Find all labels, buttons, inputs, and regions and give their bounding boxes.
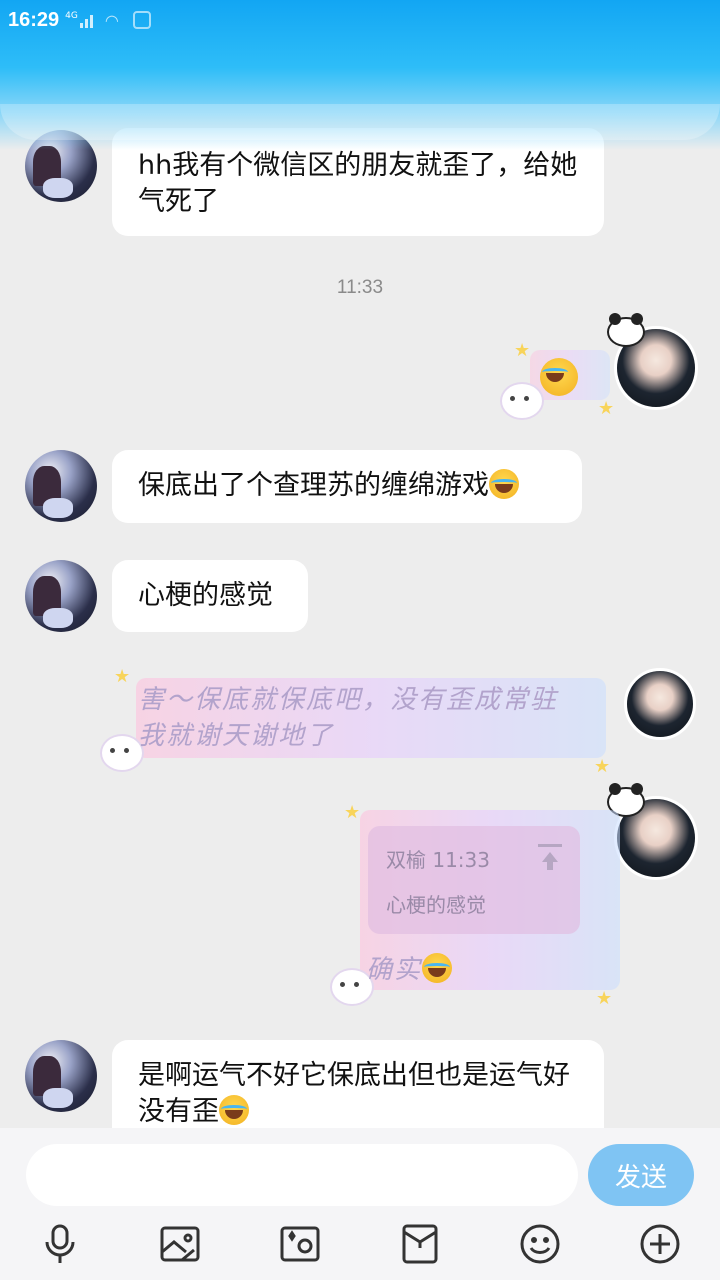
quoted-reply[interactable]: 双榆 11:33 心梗的感觉: [368, 826, 580, 934]
star-icon: ★: [114, 666, 131, 687]
my-avatar[interactable]: [607, 783, 698, 880]
wifi-icon: ◠: [104, 10, 119, 30]
network-type: 4G: [65, 11, 78, 21]
star-icon: ★: [598, 398, 615, 419]
message-bubble[interactable]: 保底出了个查理苏的缠绵游戏: [112, 450, 582, 523]
panda-decoration: [607, 313, 645, 347]
bunny-sticker-icon: [500, 382, 544, 420]
emoji-icon[interactable]: [518, 1222, 562, 1266]
signal-icon: [79, 12, 93, 28]
message-bubble[interactable]: 心梗的感觉: [112, 560, 308, 632]
quote-meta: 双榆 11:33: [386, 844, 562, 873]
star-icon: ★: [514, 340, 531, 361]
emoji-sticker[interactable]: ★ ★: [500, 340, 614, 420]
red-packet-icon[interactable]: [398, 1222, 442, 1266]
laughing-emoji-icon: [422, 953, 453, 983]
laughing-emoji-icon: [219, 1095, 249, 1125]
image-icon[interactable]: [158, 1222, 202, 1266]
star-icon: ★: [596, 988, 613, 1009]
laughing-emoji-icon: [489, 469, 519, 499]
message-text: hh我有个微信区的朋友就歪了，给她气死了: [138, 150, 578, 217]
status-icon: [132, 11, 151, 29]
mic-icon[interactable]: [38, 1222, 82, 1266]
status-bar: 16:29 4G ◠: [0, 0, 720, 40]
camera-icon[interactable]: [278, 1222, 322, 1266]
input-bar: 发送: [0, 1128, 720, 1280]
message-input[interactable]: [26, 1144, 578, 1206]
my-avatar[interactable]: [607, 313, 698, 410]
quote-author: 双榆: [386, 848, 426, 872]
laughing-emoji-icon: [540, 358, 578, 396]
jump-to-message-icon[interactable]: [538, 844, 562, 870]
status-time: 16:29: [8, 8, 60, 31]
my-avatar[interactable]: [624, 668, 696, 740]
message-text: 心梗的感觉: [138, 580, 273, 611]
timestamp: 11:33: [336, 277, 384, 298]
contact-avatar[interactable]: [25, 1040, 97, 1112]
plus-icon[interactable]: [638, 1222, 682, 1266]
quote-text: 心梗的感觉: [386, 893, 486, 917]
fancy-message-bubble[interactable]: ★ ★ 害～保底就保底吧，没有歪成常驻我就谢天谢地了: [100, 660, 620, 780]
star-icon: ★: [594, 756, 611, 777]
quote-time: 11:33: [432, 848, 490, 872]
send-button[interactable]: 发送: [588, 1144, 694, 1206]
contact-avatar[interactable]: [25, 560, 97, 632]
message-text: 是啊运气不好它保底出但也是运气好没有歪: [138, 1060, 570, 1127]
message-text: 保底出了个查理苏的缠绵游戏: [138, 470, 489, 501]
message-text: 确实: [366, 952, 453, 988]
contact-avatar[interactable]: [25, 450, 97, 522]
message-text: 害～保底就保底吧，没有歪成常驻我就谢天谢地了: [138, 685, 559, 751]
star-icon: ★: [344, 802, 361, 823]
reply-text: 确实: [366, 955, 423, 985]
